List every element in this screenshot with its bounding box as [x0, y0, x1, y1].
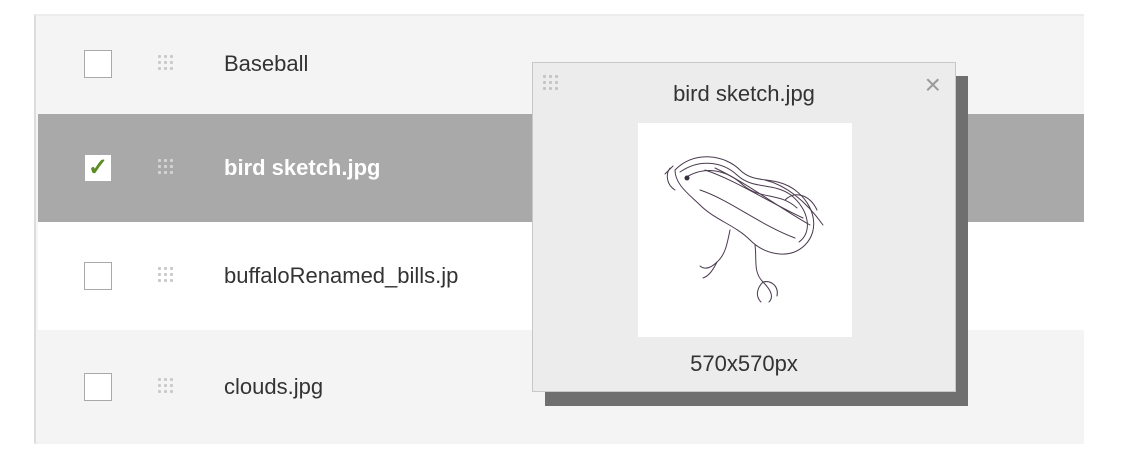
drag-handle-icon[interactable]: [158, 159, 176, 177]
image-thumbnail: [638, 123, 852, 337]
image-preview-popup: bird sketch.jpg × 570x570px: [532, 62, 956, 392]
drag-handle-icon[interactable]: [158, 267, 176, 285]
drag-handle-icon[interactable]: [158, 55, 176, 73]
item-label: clouds.jpg: [224, 374, 324, 399]
item-label: Baseball: [224, 51, 309, 76]
item-checkbox[interactable]: ✓: [84, 154, 112, 182]
item-checkbox[interactable]: [84, 373, 112, 401]
popup-title: bird sketch.jpg: [673, 81, 815, 106]
item-checkbox[interactable]: [84, 262, 112, 290]
checkmark-icon: ✓: [87, 154, 109, 181]
item-label: buffaloRenamed_bills.jp: [224, 263, 459, 288]
image-dimensions: 570x570px: [690, 351, 798, 376]
drag-handle-icon[interactable]: [158, 378, 176, 396]
close-icon[interactable]: ×: [925, 71, 941, 99]
item-label: bird sketch.jpg: [224, 155, 381, 180]
item-checkbox[interactable]: [84, 50, 112, 78]
bird-sketch-image: [664, 156, 824, 303]
